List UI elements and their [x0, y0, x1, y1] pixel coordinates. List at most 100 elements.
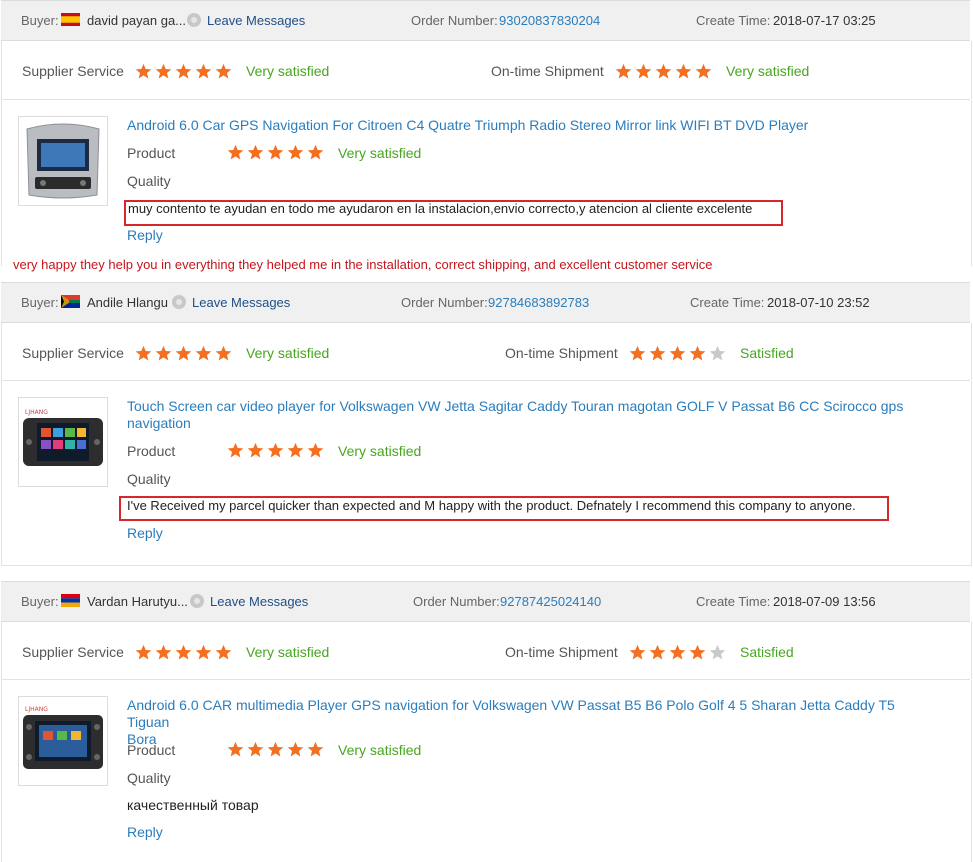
- star-filled-icon: [307, 741, 324, 757]
- reply-link[interactable]: Reply: [127, 525, 163, 541]
- south-africa-flag-icon: [61, 295, 80, 308]
- star-filled-icon: [155, 63, 172, 79]
- review-header: Buyer: david payan ga... Leave Messages …: [1, 0, 970, 41]
- product-title-line[interactable]: Android 6.0 CAR multimedia Player GPS na…: [127, 697, 907, 731]
- quality-label: Quality: [127, 471, 171, 487]
- ontime-shipment-rating-text: Satisfied: [740, 345, 794, 361]
- product-title-link[interactable]: Touch Screen car video player for Volksw…: [127, 398, 907, 432]
- product-thumbnail[interactable]: LJHANG: [18, 397, 108, 487]
- star-filled-icon: [689, 644, 706, 660]
- ontime-shipment-label: On-time Shipment: [505, 345, 618, 361]
- review-comment: качественный товар: [127, 797, 259, 813]
- star-empty-icon: [709, 644, 726, 660]
- supplier-service-label: Supplier Service: [22, 345, 124, 361]
- ontime-shipment-rating-text: Very satisfied: [726, 63, 810, 79]
- star-filled-icon: [307, 442, 324, 458]
- star-filled-icon: [287, 442, 304, 458]
- review-header: Buyer: Vardan Harutyu... Leave Messages …: [1, 581, 970, 622]
- order-number-link[interactable]: 92784683892783: [488, 295, 589, 310]
- supplier-service-rating-text: Very satisfied: [246, 345, 330, 361]
- ontime-shipment-label: On-time Shipment: [491, 63, 604, 79]
- star-filled-icon: [649, 644, 666, 660]
- star-filled-icon: [215, 345, 232, 361]
- service-rating-row: Supplier Service Very satisfied On-time …: [1, 323, 972, 380]
- message-icon[interactable]: [172, 295, 186, 309]
- buyer-name: david payan ga...: [87, 13, 187, 28]
- order-number-label: Order Number:: [411, 13, 498, 28]
- create-time-label: Create Time:: [690, 295, 765, 310]
- review-comment: muy contento te ayudan en todo me ayudar…: [128, 201, 753, 216]
- product-review: LJHANG Android 6.0 CAR multimedia Player…: [1, 680, 972, 862]
- star-filled-icon: [267, 442, 284, 458]
- product-rating-text: Very satisfied: [338, 742, 422, 758]
- star-filled-icon: [689, 345, 706, 361]
- star-filled-icon: [135, 345, 152, 361]
- star-filled-icon: [195, 345, 212, 361]
- product-label: Product: [127, 742, 176, 758]
- svg-text:LJHANG: LJHANG: [25, 409, 48, 416]
- star-filled-icon: [267, 144, 284, 160]
- supplier-service-rating-text: Very satisfied: [246, 644, 330, 660]
- star-filled-icon: [247, 741, 264, 757]
- star-filled-icon: [629, 345, 646, 361]
- product-title-line[interactable]: Touch Screen car video player for Volksw…: [127, 398, 907, 415]
- order-number-label: Order Number:: [413, 594, 500, 609]
- message-icon[interactable]: [187, 13, 201, 27]
- star-filled-icon: [135, 63, 152, 79]
- product-rating-text: Very satisfied: [338, 443, 422, 459]
- order-number-link[interactable]: 92787425024140: [500, 594, 601, 609]
- star-filled-icon: [135, 644, 152, 660]
- product-title-link[interactable]: Android 6.0 Car GPS Navigation For Citro…: [127, 117, 907, 134]
- create-time-label: Create Time:: [696, 13, 771, 28]
- star-filled-icon: [629, 644, 646, 660]
- review-comment: I've Received my parcel quicker than exp…: [127, 498, 856, 513]
- product-rating-text: Very satisfied: [338, 145, 422, 161]
- service-rating-row: Supplier Service Very satisfied On-time …: [1, 622, 972, 679]
- ontime-shipment-stars: [629, 345, 726, 362]
- star-filled-icon: [215, 644, 232, 660]
- buyer-label: Buyer:: [21, 594, 59, 609]
- quality-label: Quality: [127, 173, 171, 189]
- buyer-label: Buyer:: [21, 295, 59, 310]
- product-review: LJHANG Touch Screen car video player for…: [1, 381, 972, 566]
- ontime-shipment-stars: [615, 63, 712, 80]
- product-thumbnail[interactable]: [18, 116, 108, 206]
- translation-annotation: very happy they help you in everything t…: [13, 257, 713, 272]
- product-stars: [227, 442, 324, 459]
- reply-link[interactable]: Reply: [127, 227, 163, 243]
- star-filled-icon: [649, 345, 666, 361]
- supplier-service-stars: [135, 644, 232, 661]
- leave-messages-link[interactable]: Leave Messages: [210, 594, 308, 609]
- star-filled-icon: [195, 644, 212, 660]
- star-filled-icon: [247, 144, 264, 160]
- order-number-label: Order Number:: [401, 295, 488, 310]
- car-stereo-image: [26, 123, 100, 199]
- product-title-line[interactable]: navigation: [127, 415, 907, 432]
- star-filled-icon: [675, 63, 692, 79]
- svg-text:LJHANG: LJHANG: [25, 706, 48, 713]
- buyer-label: Buyer:: [21, 13, 59, 28]
- star-filled-icon: [615, 63, 632, 79]
- car-stereo-image: LJHANG: [23, 706, 103, 769]
- buyer-name: Vardan Harutyu...: [87, 594, 188, 609]
- star-filled-icon: [155, 644, 172, 660]
- star-filled-icon: [227, 741, 244, 757]
- star-filled-icon: [267, 741, 284, 757]
- star-filled-icon: [695, 63, 712, 79]
- star-filled-icon: [215, 63, 232, 79]
- reply-link[interactable]: Reply: [127, 824, 163, 840]
- leave-messages-link[interactable]: Leave Messages: [207, 13, 305, 28]
- star-filled-icon: [227, 144, 244, 160]
- review-header: Buyer: Andile Hlangu Leave Messages Orde…: [1, 282, 970, 323]
- leave-messages-link[interactable]: Leave Messages: [192, 295, 290, 310]
- star-filled-icon: [175, 644, 192, 660]
- star-filled-icon: [287, 741, 304, 757]
- order-number-link[interactable]: 93020837830204: [499, 13, 600, 28]
- create-time-value: 2018-07-09 13:56: [773, 594, 876, 609]
- product-thumbnail[interactable]: LJHANG: [18, 696, 108, 786]
- message-icon[interactable]: [190, 594, 204, 608]
- star-filled-icon: [635, 63, 652, 79]
- star-filled-icon: [227, 442, 244, 458]
- product-review: Android 6.0 Car GPS Navigation For Citro…: [1, 100, 972, 272]
- star-filled-icon: [287, 144, 304, 160]
